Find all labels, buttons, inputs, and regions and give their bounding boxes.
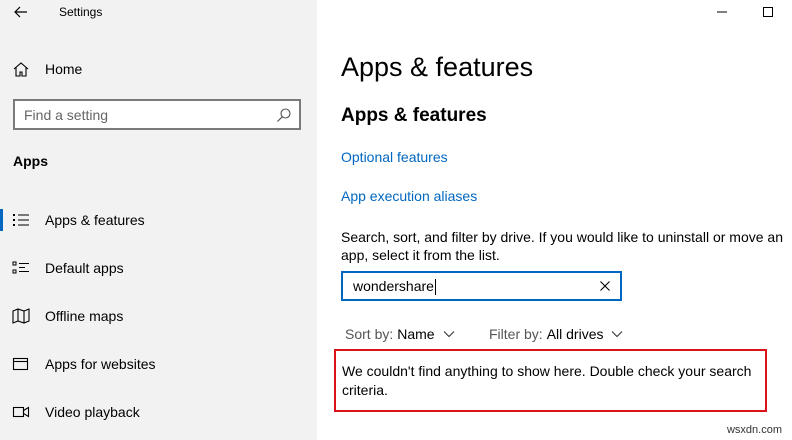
empty-results-message: We couldn't find anything to show here. … xyxy=(342,363,752,398)
sidebar-item-label: Default apps xyxy=(45,260,124,276)
chevron-down-icon xyxy=(612,331,623,338)
back-arrow-icon xyxy=(14,6,27,18)
sidebar-item-label: Home xyxy=(45,61,83,77)
sidebar-item-apps-features[interactable]: Apps & features xyxy=(0,205,317,235)
sidebar-item-video-playback[interactable]: Video playback xyxy=(0,397,317,427)
main-panel: Apps & features Apps & features Optional… xyxy=(317,0,792,440)
highlight-box: We couldn't find anything to show here. … xyxy=(334,349,767,412)
maximize-button[interactable] xyxy=(758,3,778,21)
search-icon[interactable] xyxy=(276,107,292,123)
setting-search-input[interactable] xyxy=(24,106,264,124)
chevron-down-icon xyxy=(443,331,454,338)
sidebar-item-label: Offline maps xyxy=(45,308,124,324)
clear-search-button[interactable] xyxy=(598,279,612,293)
offline-maps-icon xyxy=(12,308,30,324)
filter-by-label: Filter by: xyxy=(489,326,543,342)
minimize-button[interactable] xyxy=(712,3,732,21)
sidebar-item-label: Video playback xyxy=(45,404,140,420)
optional-features-link[interactable]: Optional features xyxy=(341,149,448,165)
app-search-value[interactable]: wondershare xyxy=(353,278,436,296)
apps-features-icon xyxy=(13,214,29,226)
sidebar-item-label: Apps & features xyxy=(45,212,145,228)
sort-by-value: Name xyxy=(397,326,435,342)
app-search-input[interactable]: wondershare xyxy=(341,271,622,301)
section-subtitle: Apps & features xyxy=(341,105,487,126)
search-description: Search, sort, and filter by drive. If yo… xyxy=(341,229,783,263)
default-apps-icon xyxy=(12,261,29,274)
section-heading-apps: Apps xyxy=(13,153,48,169)
sidebar-item-offline-maps[interactable]: Offline maps xyxy=(0,301,317,331)
filter-by-value: All drives xyxy=(546,326,604,342)
video-playback-icon xyxy=(12,406,30,418)
sidebar-item-home[interactable]: Home xyxy=(0,56,317,82)
sidebar-item-label: Apps for websites xyxy=(45,356,156,372)
title-bar: Settings xyxy=(0,0,317,26)
close-icon xyxy=(600,281,610,291)
watermark: wsxdn.com xyxy=(726,424,782,436)
text-caret xyxy=(434,279,436,296)
filter-by-dropdown[interactable]: Filter by: All drives xyxy=(489,326,623,342)
sidebar: Settings Home Apps Apps & features Defau… xyxy=(0,0,317,440)
window-title: Settings xyxy=(59,5,103,19)
page-title: Apps & features xyxy=(341,52,534,82)
sidebar-item-apps-websites[interactable]: Apps for websites xyxy=(0,349,317,379)
maximize-icon xyxy=(763,7,773,17)
sort-by-label: Sort by: xyxy=(345,326,394,342)
home-icon xyxy=(13,62,29,77)
setting-search-box[interactable] xyxy=(13,99,301,130)
apps-websites-icon xyxy=(12,357,29,371)
back-button[interactable] xyxy=(10,2,32,22)
sort-by-dropdown[interactable]: Sort by: Name xyxy=(345,326,455,342)
sidebar-item-default-apps[interactable]: Default apps xyxy=(0,253,317,283)
app-execution-aliases-link[interactable]: App execution aliases xyxy=(341,188,477,204)
minimize-icon xyxy=(717,11,727,13)
